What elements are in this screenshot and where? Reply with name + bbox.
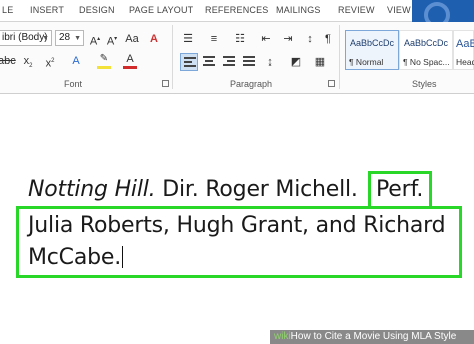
shrink-font-icon[interactable]: A▾ [104, 31, 120, 48]
tab-page-layout[interactable]: PAGE LAYOUT [129, 5, 193, 15]
paragraph-dialog-launcher-icon[interactable] [328, 80, 335, 87]
tab-view[interactable]: VIEW [387, 5, 411, 15]
text-highlight-icon[interactable]: ✎ [96, 53, 112, 69]
style-sample: AaBbCcDc [350, 38, 395, 48]
watermark-text: How to Cite a Movie Using MLA Style [290, 331, 457, 342]
brand-logo-icon [412, 0, 474, 22]
chevron-down-icon: ▼ [74, 35, 81, 42]
show-marks-icon[interactable]: ¶ [320, 31, 336, 47]
styles-group-label: Styles [412, 79, 437, 89]
subscript-icon[interactable]: x2 [20, 53, 36, 69]
ribbon-tab-bar: LE INSERT DESIGN PAGE LAYOUT REFERENCES … [0, 0, 474, 22]
line-spacing-icon[interactable]: ↨ [262, 54, 278, 70]
font-size-select[interactable]: 28 ▼ [55, 30, 84, 46]
style-sample: AaBl [456, 38, 474, 50]
citation-line-1: Notting Hill. Dir. Roger Michell. [28, 177, 358, 202]
style-name: ¶ Normal [349, 57, 384, 67]
citation-text: McCabe. [28, 245, 122, 270]
ribbon: ibri (Body) ▼ 28 ▼ A▴ A▾ Aa A abc x2 x2 … [0, 22, 474, 94]
group-divider [339, 25, 340, 89]
style-sample: AaBbCcDc [404, 38, 449, 48]
font-group-label: Font [64, 79, 83, 89]
watermark: wikiHow to Cite a Movie Using MLA Style [270, 330, 474, 344]
strikethrough-icon[interactable]: abc [0, 53, 16, 69]
text-effects-icon[interactable]: A [68, 53, 84, 69]
citation-line-2: Julia Roberts, Hugh Grant, and Richard [28, 213, 446, 238]
decrease-indent-icon[interactable]: ⇤ [258, 31, 274, 47]
change-case-icon[interactable]: Aa [124, 31, 140, 47]
font-size-value: 28 [59, 32, 71, 43]
paragraph-group-label: Paragraph [230, 79, 273, 89]
text-cursor [122, 246, 124, 268]
font-dialog-launcher-icon[interactable] [162, 80, 169, 87]
font-family-select[interactable]: ibri (Body) ▼ [0, 30, 52, 46]
align-center-button[interactable] [200, 53, 218, 71]
bullets-icon[interactable]: ☰ [180, 31, 196, 47]
style-normal[interactable]: AaBbCcDc ¶ Normal [345, 30, 399, 70]
numbering-icon[interactable]: ≡ [206, 31, 222, 47]
sort-icon[interactable]: ↕ [302, 31, 318, 47]
style-name: ¶ No Spac... [403, 57, 450, 67]
chevron-down-icon: ▼ [42, 35, 49, 42]
tab-mailings[interactable]: MAILINGS [276, 5, 321, 15]
watermark-brand: wiki [274, 331, 291, 342]
borders-icon[interactable]: ▦ [312, 54, 328, 70]
multilevel-list-icon[interactable]: ☷ [232, 31, 248, 47]
citation-line-3: McCabe. [28, 245, 124, 270]
justify-button[interactable] [240, 53, 258, 71]
tab-references[interactable]: REFERENCES [205, 5, 269, 15]
increase-indent-icon[interactable]: ⇥ [280, 31, 296, 47]
align-left-button[interactable] [180, 53, 198, 71]
movie-title: Notting Hill. [28, 177, 156, 202]
citation-highlight-text: Perf. [376, 177, 424, 202]
font-color-icon[interactable]: A [122, 53, 138, 69]
font-family-value: ibri (Body) [2, 32, 48, 43]
style-name: Head [456, 57, 474, 67]
grow-font-icon[interactable]: A▴ [87, 31, 103, 48]
group-divider [172, 25, 173, 89]
tab-design[interactable]: DESIGN [79, 5, 115, 15]
citation-text: Dir. Roger Michell. [155, 177, 358, 202]
tab-insert[interactable]: INSERT [30, 5, 64, 15]
tab-review[interactable]: REVIEW [338, 5, 375, 15]
clear-formatting-icon[interactable]: A [146, 31, 162, 47]
document-page[interactable]: Notting Hill. Dir. Roger Michell. Perf. … [0, 95, 474, 344]
superscript-icon[interactable]: x2 [42, 53, 58, 70]
shading-icon[interactable]: ◩ [288, 54, 304, 70]
style-heading[interactable]: AaBl Head [453, 30, 474, 70]
tab-file[interactable]: LE [2, 5, 13, 15]
style-no-spacing[interactable]: AaBbCcDc ¶ No Spac... [399, 30, 453, 70]
align-right-button[interactable] [220, 53, 238, 71]
